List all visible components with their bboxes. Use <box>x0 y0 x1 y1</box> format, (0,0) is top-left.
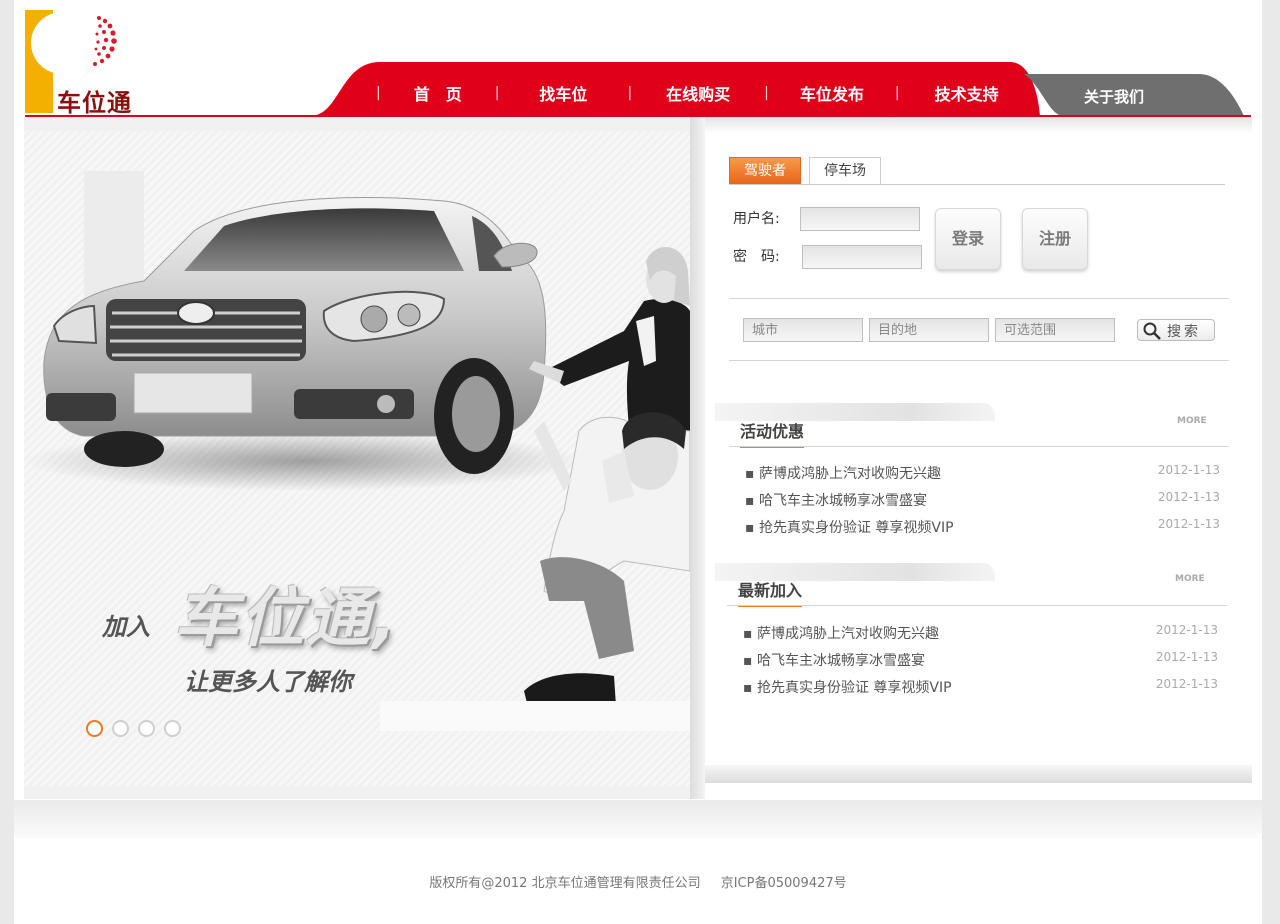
range-input[interactable] <box>995 318 1115 342</box>
nav-item-tech-support[interactable]: 技术支持 <box>902 81 1032 105</box>
carousel-dot-4[interactable] <box>164 720 181 737</box>
news-date: 2012-1-13 <box>1157 517 1220 531</box>
carousel-dot-2[interactable] <box>112 720 129 737</box>
register-button[interactable]: 注册 <box>1022 208 1088 270</box>
nav-item-publish-space[interactable]: 车位发布 <box>771 81 893 105</box>
login-button[interactable]: 登录 <box>935 208 1001 270</box>
nav-item-find-space[interactable]: 找车位 <box>501 81 625 105</box>
list-item[interactable]: ▪ 抢先真实身份验证 尊享视频VIP 2012-1-13 <box>743 677 1218 704</box>
side-panel: 驾驶者 停车场 用户名: 密 码: 登录 注册 搜索 活动优惠 MORE ▪ 萨… <box>705 117 1252 769</box>
nav-separator: | <box>627 85 633 101</box>
main-nav: | 首 页 | 找车位 | 在线购买 | 车位发布 | 技术支持 <box>310 62 1040 116</box>
news-title: ▪ 哈飞车主冰城畅享冰雪盛宴 <box>743 653 925 669</box>
news-title: ▪ 萨博成鸿胁上汽对收购无兴趣 <box>745 466 941 482</box>
list-item[interactable]: ▪ 哈飞车主冰城畅享冰雪盛宴 2012-1-13 <box>743 650 1218 677</box>
divider <box>729 360 1229 361</box>
hero-banner: 加入 车位通, 让更多人了解你 <box>24 117 705 799</box>
panel-top-shade <box>705 117 1252 133</box>
hero-brand-text: 车位通, <box>174 582 399 656</box>
tab-parking-lot[interactable]: 停车场 <box>809 157 881 184</box>
divider <box>729 298 1229 299</box>
password-label: 密 码: <box>733 249 780 265</box>
footer-icp[interactable]: 京ICP备05009427号 <box>721 876 847 891</box>
panel-bottom-shade <box>705 765 1252 783</box>
nav-separator: | <box>764 85 769 101</box>
carousel-dots <box>86 720 181 737</box>
news-title: ▪ 萨博成鸿胁上汽对收购无兴趣 <box>743 626 939 642</box>
nav-separator: | <box>494 85 500 101</box>
promotions-list: ▪ 萨博成鸿胁上汽对收购无兴趣 2012-1-13 ▪ 哈飞车主冰城畅享冰雪盛宴… <box>745 463 1220 544</box>
footer-copyright: 版权所有@2012 北京车位通管理有限责任公司 <box>429 876 701 891</box>
login-tabs: 驾驶者 停车场 <box>729 157 1225 185</box>
section-divider <box>729 446 1229 447</box>
page: 车位通 | 首 页 | 找车位 | 在线购买 | 车位发布 | 技术支持 关于我… <box>14 0 1262 924</box>
carousel-dot-1[interactable] <box>86 720 103 737</box>
search-button[interactable]: 搜索 <box>1137 319 1215 341</box>
section-divider <box>727 605 1227 606</box>
list-item[interactable]: ▪ 哈飞车主冰城畅享冰雪盛宴 2012-1-13 <box>745 490 1220 517</box>
news-title: ▪ 哈飞车主冰城畅享冰雪盛宴 <box>745 493 927 509</box>
news-date: 2012-1-13 <box>1157 490 1220 504</box>
nav-item-home[interactable]: 首 页 <box>383 81 493 105</box>
search-button-label: 搜索 <box>1167 324 1201 340</box>
news-date: 2012-1-13 <box>1155 623 1218 637</box>
promotions-title: 活动优惠 <box>740 418 805 448</box>
list-item[interactable]: ▪ 萨博成鸿胁上汽对收购无兴趣 2012-1-13 <box>745 463 1220 490</box>
nav-separator: | <box>894 85 900 101</box>
hero-tagline: 让更多人了解你 <box>184 668 352 696</box>
nav-items: | 首 页 | 找车位 | 在线购买 | 车位发布 | 技术支持 <box>374 81 1032 105</box>
about-us-label: 关于我们 <box>1084 88 1145 106</box>
promotions-more-link[interactable]: MORE <box>1177 416 1207 426</box>
city-input[interactable] <box>743 318 863 342</box>
latest-more-link[interactable]: MORE <box>1175 574 1205 584</box>
news-title: ▪ 抢先真实身份验证 尊享视频VIP <box>745 520 954 536</box>
news-title: ▪ 抢先真实身份验证 尊享视频VIP <box>743 680 952 696</box>
content-bottom-strip <box>14 800 1262 838</box>
hero-edge <box>690 117 705 799</box>
tab-driver[interactable]: 驾驶者 <box>729 157 801 184</box>
search-icon <box>1143 322 1161 340</box>
logo-dots-graphic <box>93 16 117 66</box>
news-date: 2012-1-13 <box>1155 677 1218 691</box>
destination-input[interactable] <box>869 318 989 342</box>
username-label: 用户名: <box>733 211 780 227</box>
site-logo[interactable]: 车位通 <box>25 10 155 117</box>
username-input[interactable] <box>800 207 920 231</box>
latest-title: 最新加入 <box>738 577 803 607</box>
carousel-dot-3[interactable] <box>138 720 155 737</box>
logo-text: 车位通 <box>57 89 132 117</box>
hero-join-text: 加入 <box>102 613 150 641</box>
list-item[interactable]: ▪ 抢先真实身份验证 尊享视频VIP 2012-1-13 <box>745 517 1220 544</box>
footer: 版权所有@2012 北京车位通管理有限责任公司 京ICP备05009427号 <box>14 872 1262 891</box>
list-item[interactable]: ▪ 萨博成鸿胁上汽对收购无兴趣 2012-1-13 <box>743 623 1218 650</box>
nav-item-about-us[interactable]: 关于我们 <box>1024 74 1244 116</box>
nav-item-buy-online[interactable]: 在线购买 <box>634 81 762 105</box>
password-input[interactable] <box>802 245 922 269</box>
latest-list: ▪ 萨博成鸿胁上汽对收购无兴趣 2012-1-13 ▪ 哈飞车主冰城畅享冰雪盛宴… <box>743 623 1218 704</box>
news-date: 2012-1-13 <box>1157 463 1220 477</box>
news-date: 2012-1-13 <box>1155 650 1218 664</box>
nav-separator: | <box>376 85 381 101</box>
